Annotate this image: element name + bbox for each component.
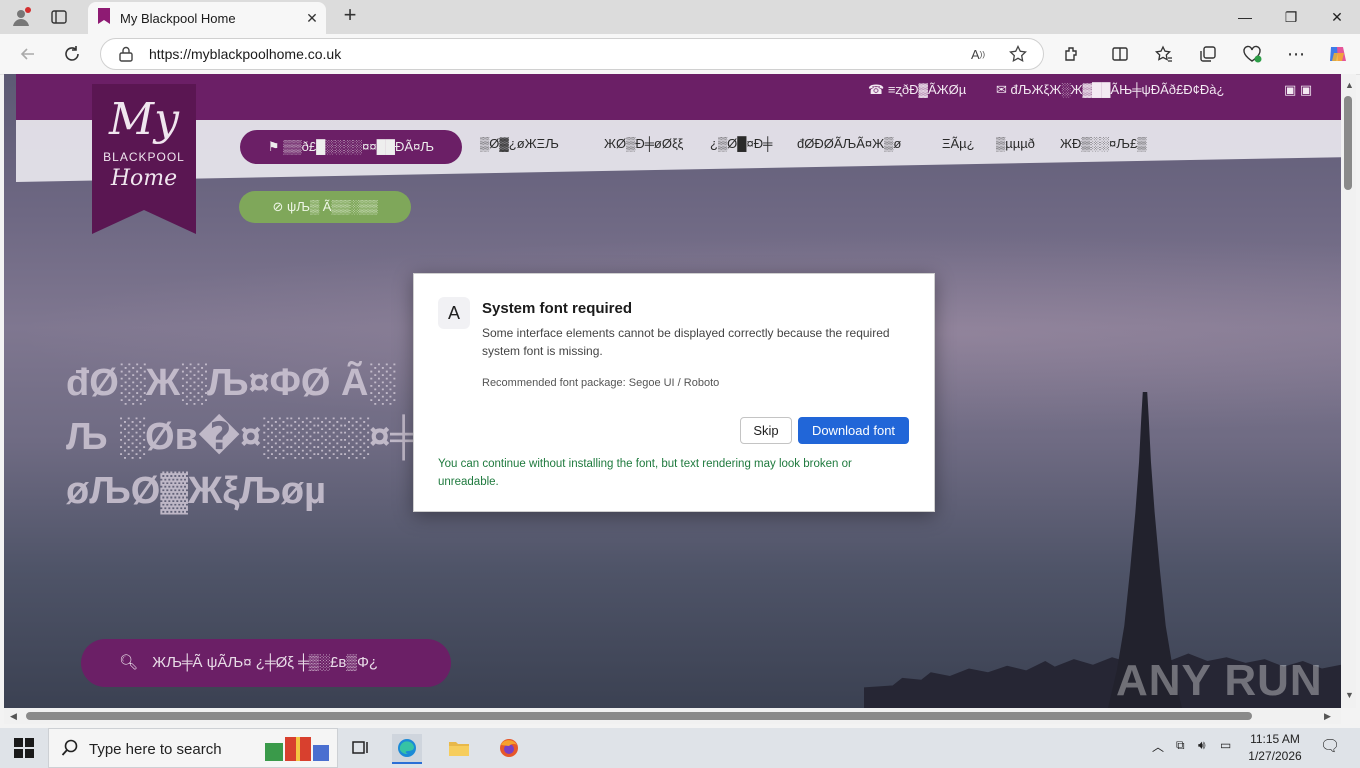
nav-green-pill-button[interactable]: ⊘ ψЉ▒ Ã▒▒░▒▒ [239, 191, 411, 223]
nav-primary-pill-button[interactable]: ⚑ ▒▒ð£█░░░░¤¤██ĐÃ¤Љ [240, 130, 462, 164]
site-logo[interactable]: My BLACKPOOL Home [92, 84, 196, 234]
firefox-icon[interactable] [494, 734, 524, 762]
show-hidden-icons-icon[interactable]: ︿ [1152, 738, 1164, 755]
back-button[interactable] [16, 42, 40, 66]
bookmark-favicon-icon [98, 7, 110, 29]
site-top-bar: ☎ ≡ʐðĐ▓ÃЖØµ ✉ đЉЖξЖ░Ж▓██ÃЊ╪ψĐÃð£Đ¢Đà¿ ▣ … [16, 74, 1341, 120]
gift-boxes-icon[interactable] [263, 735, 331, 768]
collections-icon[interactable] [1196, 42, 1220, 66]
skip-button[interactable]: Skip [740, 417, 792, 444]
taskbar-clock[interactable]: 11:15 AM 1/27/2026 [1238, 731, 1312, 765]
close-window-button[interactable]: ✕ [1314, 4, 1360, 30]
nav-link-5[interactable]: ΞÃµ¿ [942, 136, 975, 151]
font-letter-icon: A [438, 297, 470, 329]
tab-close-icon[interactable]: ✕ [298, 10, 326, 27]
scroll-left-arrow-icon[interactable]: ◀ [10, 711, 17, 722]
file-explorer-icon[interactable] [444, 734, 474, 762]
url-text[interactable]: https://myblackpoolhome.co.uk [149, 46, 341, 62]
taskbar-search-box[interactable]: Type here to search [48, 728, 338, 768]
copilot-icon[interactable] [1326, 42, 1350, 66]
nav-link-3[interactable]: ¿▒Ø█¤Ð╪ [710, 136, 772, 151]
scroll-right-arrow-icon[interactable]: ▶ [1324, 711, 1331, 722]
tab-title: My Blackpool Home [120, 10, 236, 26]
download-font-button[interactable]: Download font [798, 417, 909, 444]
extensions-icon[interactable] [1060, 42, 1084, 66]
read-aloud-icon[interactable]: A)) [967, 43, 989, 65]
address-bar[interactable]: https://myblackpoolhome.co.uk A)) [100, 38, 1044, 70]
nav-link-4[interactable]: đØĐØÃЉÃ¤Ж▒ø [797, 136, 901, 151]
search-icon [61, 739, 79, 762]
nav-link-2[interactable]: ЖØ▒Ð╪øØξξ [604, 136, 683, 151]
recommended-font-text: Recommended font package: Segoe UI / Rob… [482, 377, 720, 389]
logo-my-text: My [109, 94, 179, 145]
horizontal-scroll-thumb[interactable] [26, 712, 1252, 720]
clock-date: 1/27/2026 [1248, 749, 1302, 763]
social-icons[interactable]: ▣ ▣ [1284, 82, 1312, 98]
topbar-email-text[interactable]: ✉ đЉЖξЖ░Ж▓██ÃЊ╪ψĐÃð£Đ¢Đà¿ [996, 82, 1224, 98]
browser-essentials-icon[interactable] [1240, 42, 1264, 66]
meet-now-icon[interactable]: ⧉ [1176, 738, 1185, 753]
nav-link-7[interactable]: ЖĐ▒░░¤Љ£▒ [1060, 136, 1146, 151]
mail-icon: ✉ [996, 82, 1007, 97]
taskbar-search-placeholder: Type here to search [89, 741, 222, 758]
volume-icon[interactable]: 🔊︎ [1198, 738, 1206, 753]
scroll-up-arrow-icon[interactable]: ▲ [1345, 80, 1354, 90]
network-icon[interactable]: ▭ [1220, 738, 1231, 752]
tab-my-blackpool-home[interactable]: My Blackpool Home ✕ [88, 2, 326, 34]
notifications-icon[interactable]: 🗨︎ [1320, 736, 1340, 756]
hero-heading: đØ░Ж░Љ¤ΦØ Ã░ Љ ░Øв�¤░░░░¤╪Н øЉØ▓ЖξЉøµ [66, 362, 445, 512]
anyrun-watermark: ANY RUN [1116, 656, 1323, 705]
dialog-footer-note: You can continue without installing the … [438, 458, 852, 488]
search-icon: 🔍︎ [119, 654, 139, 671]
font-required-dialog: A System font required Some interface el… [413, 273, 935, 512]
minimize-button[interactable]: — [1222, 4, 1268, 30]
windows-taskbar: Type here to search ︿ ⧉ 🔊︎ ▭ 11:15 AM 1/… [0, 728, 1360, 768]
edge-taskbar-icon[interactable] [392, 734, 422, 764]
scroll-down-arrow-icon[interactable]: ▼ [1345, 690, 1354, 700]
profile-avatar-icon[interactable] [10, 6, 32, 28]
vertical-scrollbar[interactable]: ▲ ▼ [1341, 74, 1356, 708]
phone-icon: ☎ [868, 82, 885, 97]
split-screen-icon[interactable] [1108, 42, 1132, 66]
nav-link-6[interactable]: ▒µµµð [996, 136, 1035, 151]
refresh-button[interactable] [60, 42, 84, 66]
site-nav-bar [16, 120, 1341, 182]
property-search-button[interactable]: 🔍︎ ЖЉ╪Ã ψÃЉ¤ ¿╪Øξ ╪▒░£в▒Φ¿ [81, 639, 451, 687]
topbar-phone-text[interactable]: ☎ ≡ʐðĐ▓ÃЖØµ [868, 82, 966, 98]
nav-link-1[interactable]: ▒Ø▓¿øЖΞЉ [480, 136, 559, 151]
dialog-title: System font required [482, 300, 633, 317]
logo-blackpool-text: BLACKPOOL [103, 150, 185, 164]
tab-strip: My Blackpool Home ✕ + — ❐ ✕ [0, 0, 1360, 34]
dialog-body-text: Some interface elements cannot be displa… [482, 326, 890, 358]
flag-icon: ⚑ [267, 139, 284, 154]
task-view-icon[interactable] [346, 734, 376, 762]
tab-actions-icon[interactable] [48, 6, 70, 28]
horizontal-scrollbar[interactable]: ◀ ▶ [4, 708, 1341, 724]
lock-icon[interactable] [115, 43, 137, 65]
check-circle-icon: ⊘ [272, 199, 287, 214]
vertical-scroll-thumb[interactable] [1344, 96, 1352, 190]
clock-time: 11:15 AM [1250, 732, 1300, 746]
favorites-icon[interactable] [1152, 42, 1176, 66]
logo-home-text: Home [110, 166, 178, 191]
new-tab-button[interactable]: + [338, 4, 362, 28]
more-menu-icon[interactable]: ⋯ [1284, 42, 1308, 66]
restore-button[interactable]: ❐ [1268, 4, 1314, 30]
windows-start-icon[interactable] [14, 738, 34, 758]
browser-toolbar: https://myblackpoolhome.co.uk A)) ⋯ [0, 34, 1360, 75]
favorite-star-icon[interactable] [1007, 43, 1029, 65]
